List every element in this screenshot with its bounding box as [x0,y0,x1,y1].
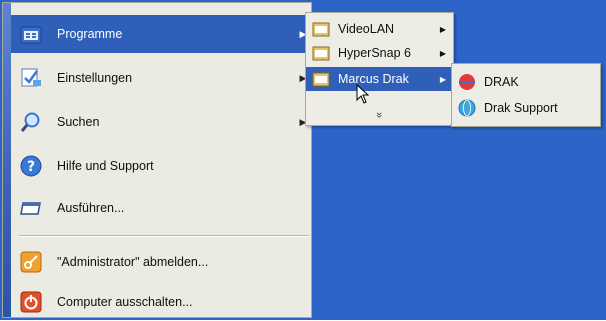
program-group-icon [312,20,330,38]
start-menu-side-strip [3,3,11,317]
programs-submenu: VideoLAN ▶ HyperSnap 6 ▶ Marcus Drak ▶ » [305,12,454,126]
menu-item-search[interactable]: Suchen ▶ [11,103,311,141]
menu-item-label: Einstellungen [57,71,133,85]
submenu-item-drak[interactable]: DRAK [452,70,600,94]
drak-app-icon [458,73,476,91]
submenu-item-drak-support[interactable]: Drak Support [452,96,600,120]
submenu-item-label: Drak Support [484,101,558,115]
submenu-arrow-icon: ▶ [439,24,447,34]
program-group-icon [312,70,330,88]
menu-item-settings[interactable]: Einstellungen ▶ [11,59,311,97]
programs-folder-icon [19,22,43,46]
menu-item-help[interactable]: ? Hilfe und Support [11,147,311,185]
run-icon [19,196,43,220]
program-group-icon [312,44,330,62]
submenu-arrow-icon: ▶ [439,74,447,84]
menu-item-label: Computer ausschalten... [57,295,193,309]
expand-more-chevron[interactable]: » [306,105,453,125]
submenu-item-videolan[interactable]: VideoLAN ▶ [306,17,453,41]
menu-item-shutdown[interactable]: Computer ausschalten... [11,283,311,321]
logoff-key-icon [19,250,43,274]
globe-icon [458,99,476,117]
menu-item-programs[interactable]: Programme ▶ [11,15,311,53]
menu-item-label: Programme [57,27,123,41]
help-icon: ? [19,154,43,178]
submenu-arrow-icon: ▶ [439,48,447,58]
menu-separator-highlight [19,236,309,237]
submenu-item-marcus-drak[interactable]: Marcus Drak ▶ [306,67,453,91]
menu-item-label: Suchen [57,115,100,129]
svg-text:?: ? [27,159,35,175]
submenu-item-label: DRAK [484,75,519,89]
submenu-item-hypersnap[interactable]: HyperSnap 6 ▶ [306,41,453,65]
start-menu: Programme ▶ Einstellungen ▶ Suchen ▶ ? H… [2,2,312,318]
menu-item-label: Ausführen... [57,201,125,215]
power-icon [19,290,43,314]
drak-submenu: DRAK Drak Support [451,63,601,127]
menu-item-logoff[interactable]: "Administrator" abmelden... [11,243,311,281]
settings-icon [19,66,43,90]
menu-item-label: "Administrator" abmelden... [57,255,209,269]
submenu-item-label: Marcus Drak [338,72,409,86]
submenu-item-label: VideoLAN [338,22,395,36]
menu-item-run[interactable]: Ausführen... [11,189,311,227]
submenu-item-label: HyperSnap 6 [338,46,411,60]
menu-item-label: Hilfe und Support [57,159,154,173]
search-icon [19,110,43,134]
mouse-cursor-icon [356,83,370,107]
